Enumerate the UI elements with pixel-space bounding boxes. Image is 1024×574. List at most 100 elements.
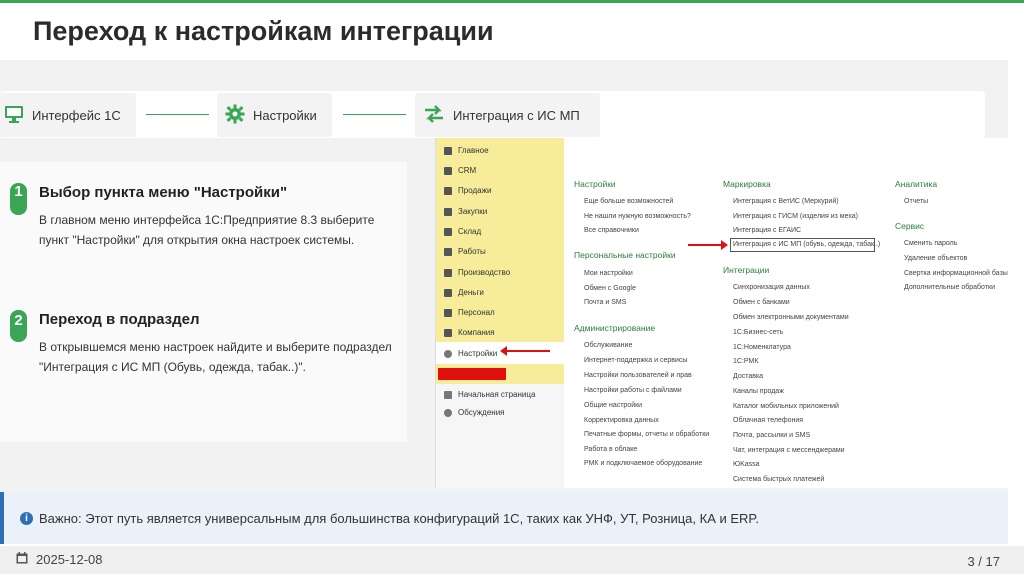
step-label: Настройки	[253, 107, 317, 123]
link-admin-item[interactable]: Общие настройки	[584, 402, 642, 409]
top-accent-line	[0, 0, 1024, 3]
link-admin-item[interactable]: Корректировка данных	[584, 417, 659, 424]
link-feature-not-found[interactable]: Не нашли нужную возможность?	[584, 213, 691, 220]
step-label: Интеграция с ИС МП	[453, 107, 580, 123]
link-integration-item[interactable]: Чат, интеграция с мессенджерами	[733, 447, 845, 454]
page-number: 3 / 17	[967, 554, 1000, 569]
link-marking-item[interactable]: Интеграция с ВетИС (Меркурий)	[733, 198, 839, 205]
instruction-text: В открывшемся меню настроек найдите и вы…	[39, 340, 392, 374]
link-integration-item[interactable]: Система быстрых платежей	[733, 476, 824, 483]
gear-icon	[225, 104, 245, 127]
sidebar-item-money[interactable]: Деньги	[444, 288, 484, 297]
link-integration-item[interactable]: Каталог мобильных приложений	[733, 403, 839, 410]
link-service-item[interactable]: Удаление объектов	[904, 255, 967, 262]
menu-icon	[444, 247, 452, 256]
link-integration-item[interactable]: ЮKassa	[733, 461, 760, 468]
chat-icon	[444, 408, 452, 417]
menu-icon	[444, 308, 452, 317]
link-admin-item[interactable]: Настройки работы с файлами	[584, 387, 682, 394]
step-integration: Интеграция с ИС МП	[415, 93, 600, 137]
step-connector	[343, 114, 406, 115]
section-admin: Администрирование	[574, 323, 656, 333]
link-integration-item[interactable]: Обмен электронными документами	[733, 314, 849, 321]
menu-icon	[444, 186, 452, 195]
sidebar-item-sales[interactable]: Продажи	[444, 186, 491, 195]
monitor-icon	[4, 105, 24, 126]
link-reports[interactable]: Отчеты	[904, 198, 928, 205]
link-admin-item[interactable]: РМК и подключаемое оборудование	[584, 460, 702, 467]
footer-bar	[0, 546, 1024, 574]
date-text: 2025-12-08	[36, 552, 103, 567]
red-highlight-bar	[438, 368, 506, 380]
link-google-exchange[interactable]: Обмен с Google	[584, 285, 636, 292]
gear-icon	[444, 349, 452, 358]
link-integration-is-mp[interactable]: Интеграция с ИС МП (обувь, одежда, табак…	[733, 241, 880, 248]
menu-icon	[444, 166, 452, 175]
menu-icon	[444, 146, 452, 155]
link-integration-item[interactable]: 1С:Бизнес-сеть	[733, 329, 783, 336]
instruction-text: В главном меню интерфейса 1С:Предприятие…	[39, 213, 375, 247]
info-icon: i	[20, 511, 33, 525]
sidebar-item-works[interactable]: Работы	[444, 247, 486, 256]
link-integration-item[interactable]: Облачная телефония	[733, 417, 803, 424]
link-integration-item[interactable]: 1С:Номенклатура	[733, 344, 791, 351]
sidebar-item-purchases[interactable]: Закупки	[444, 207, 487, 216]
footer-date: 2025-12-08	[16, 552, 103, 567]
sidebar-bottom-area	[436, 384, 564, 488]
home-icon	[444, 390, 452, 399]
link-integration-item[interactable]: Доставка	[733, 373, 763, 380]
sidebar-item-settings[interactable]: Настройки	[444, 349, 497, 358]
link-mail-sms[interactable]: Почта и SMS	[584, 299, 626, 306]
step-label: Интерфейс 1С	[32, 107, 121, 123]
menu-icon	[444, 207, 452, 216]
instructions-panel	[0, 162, 407, 442]
page-title: Переход к настройкам интеграции	[33, 16, 494, 46]
sidebar-item-personnel[interactable]: Персонал	[444, 308, 495, 317]
instruction-title: Переход в подраздел	[39, 311, 200, 328]
link-marking-item[interactable]: Интеграция с ЕГАИС	[733, 227, 801, 234]
link-my-settings[interactable]: Мои настройки	[584, 270, 633, 277]
menu-icon	[444, 328, 452, 337]
link-service-item[interactable]: Свертка информационной базы	[904, 270, 1008, 277]
step-connector	[146, 114, 209, 115]
step-interface-1c: Интерфейс 1С	[0, 93, 136, 137]
sidebar-item-warehouse[interactable]: Склад	[444, 227, 481, 236]
sidebar-item-crm[interactable]: CRM	[444, 166, 476, 175]
swap-arrows-icon	[423, 104, 445, 127]
sidebar-item-discussions[interactable]: Обсуждения	[444, 408, 505, 417]
menu-icon	[444, 268, 452, 277]
section-settings: Настройки	[574, 179, 616, 189]
sidebar-item-production[interactable]: Производство	[444, 268, 510, 277]
sidebar-item-main[interactable]: Главное	[444, 146, 489, 155]
section-service: Сервис	[895, 221, 925, 231]
link-service-item[interactable]: Сменить пароль	[904, 240, 957, 247]
instruction-title: Выбор пункта меню "Настройки"	[39, 184, 288, 201]
step-settings: Настройки	[217, 93, 332, 137]
link-all-catalogs[interactable]: Все справочники	[584, 227, 639, 234]
link-integration-item[interactable]: 1С:РМК	[733, 358, 758, 365]
link-marking-item[interactable]: Интеграция с ГИСМ (изделия из меха)	[733, 213, 858, 220]
link-more-features[interactable]: Еще больше возможностей	[584, 198, 673, 205]
link-integration-item[interactable]: Обмен с банками	[733, 299, 790, 306]
sidebar-item-company[interactable]: Компания	[444, 328, 495, 337]
link-integration-item[interactable]: Синхронизация данных	[733, 284, 810, 291]
important-note: i Важно: Этот путь является универсальны…	[0, 492, 1008, 544]
link-admin-item[interactable]: Интернет-поддержка и сервисы	[584, 357, 687, 364]
link-admin-item[interactable]: Печатные формы, отчеты и обработки	[584, 431, 709, 438]
calendar-icon	[16, 552, 28, 567]
link-admin-item[interactable]: Обслуживание	[584, 342, 632, 349]
note-text: Важно: Этот путь является универсальным …	[39, 510, 760, 526]
link-integration-item[interactable]: Каналы продаж	[733, 388, 784, 395]
section-analytics: Аналитика	[895, 179, 938, 189]
menu-icon	[444, 227, 452, 236]
sidebar-item-home[interactable]: Начальная страница	[444, 390, 535, 399]
section-marking: Маркировка	[723, 179, 771, 189]
red-arrow-pointer	[688, 240, 728, 250]
menu-icon	[444, 288, 452, 297]
link-service-item[interactable]: Дополнительные обработки	[904, 284, 995, 291]
link-admin-item[interactable]: Настройки пользователей и прав	[584, 372, 692, 379]
section-integrations: Интеграции	[723, 265, 770, 275]
link-integration-item[interactable]: Почта, рассылки и SMS	[733, 432, 810, 439]
link-admin-item[interactable]: Работа в облаке	[584, 446, 637, 453]
screenshot-1c-settings: Главное CRM Продажи Закупки Склад Работы…	[435, 138, 1008, 488]
